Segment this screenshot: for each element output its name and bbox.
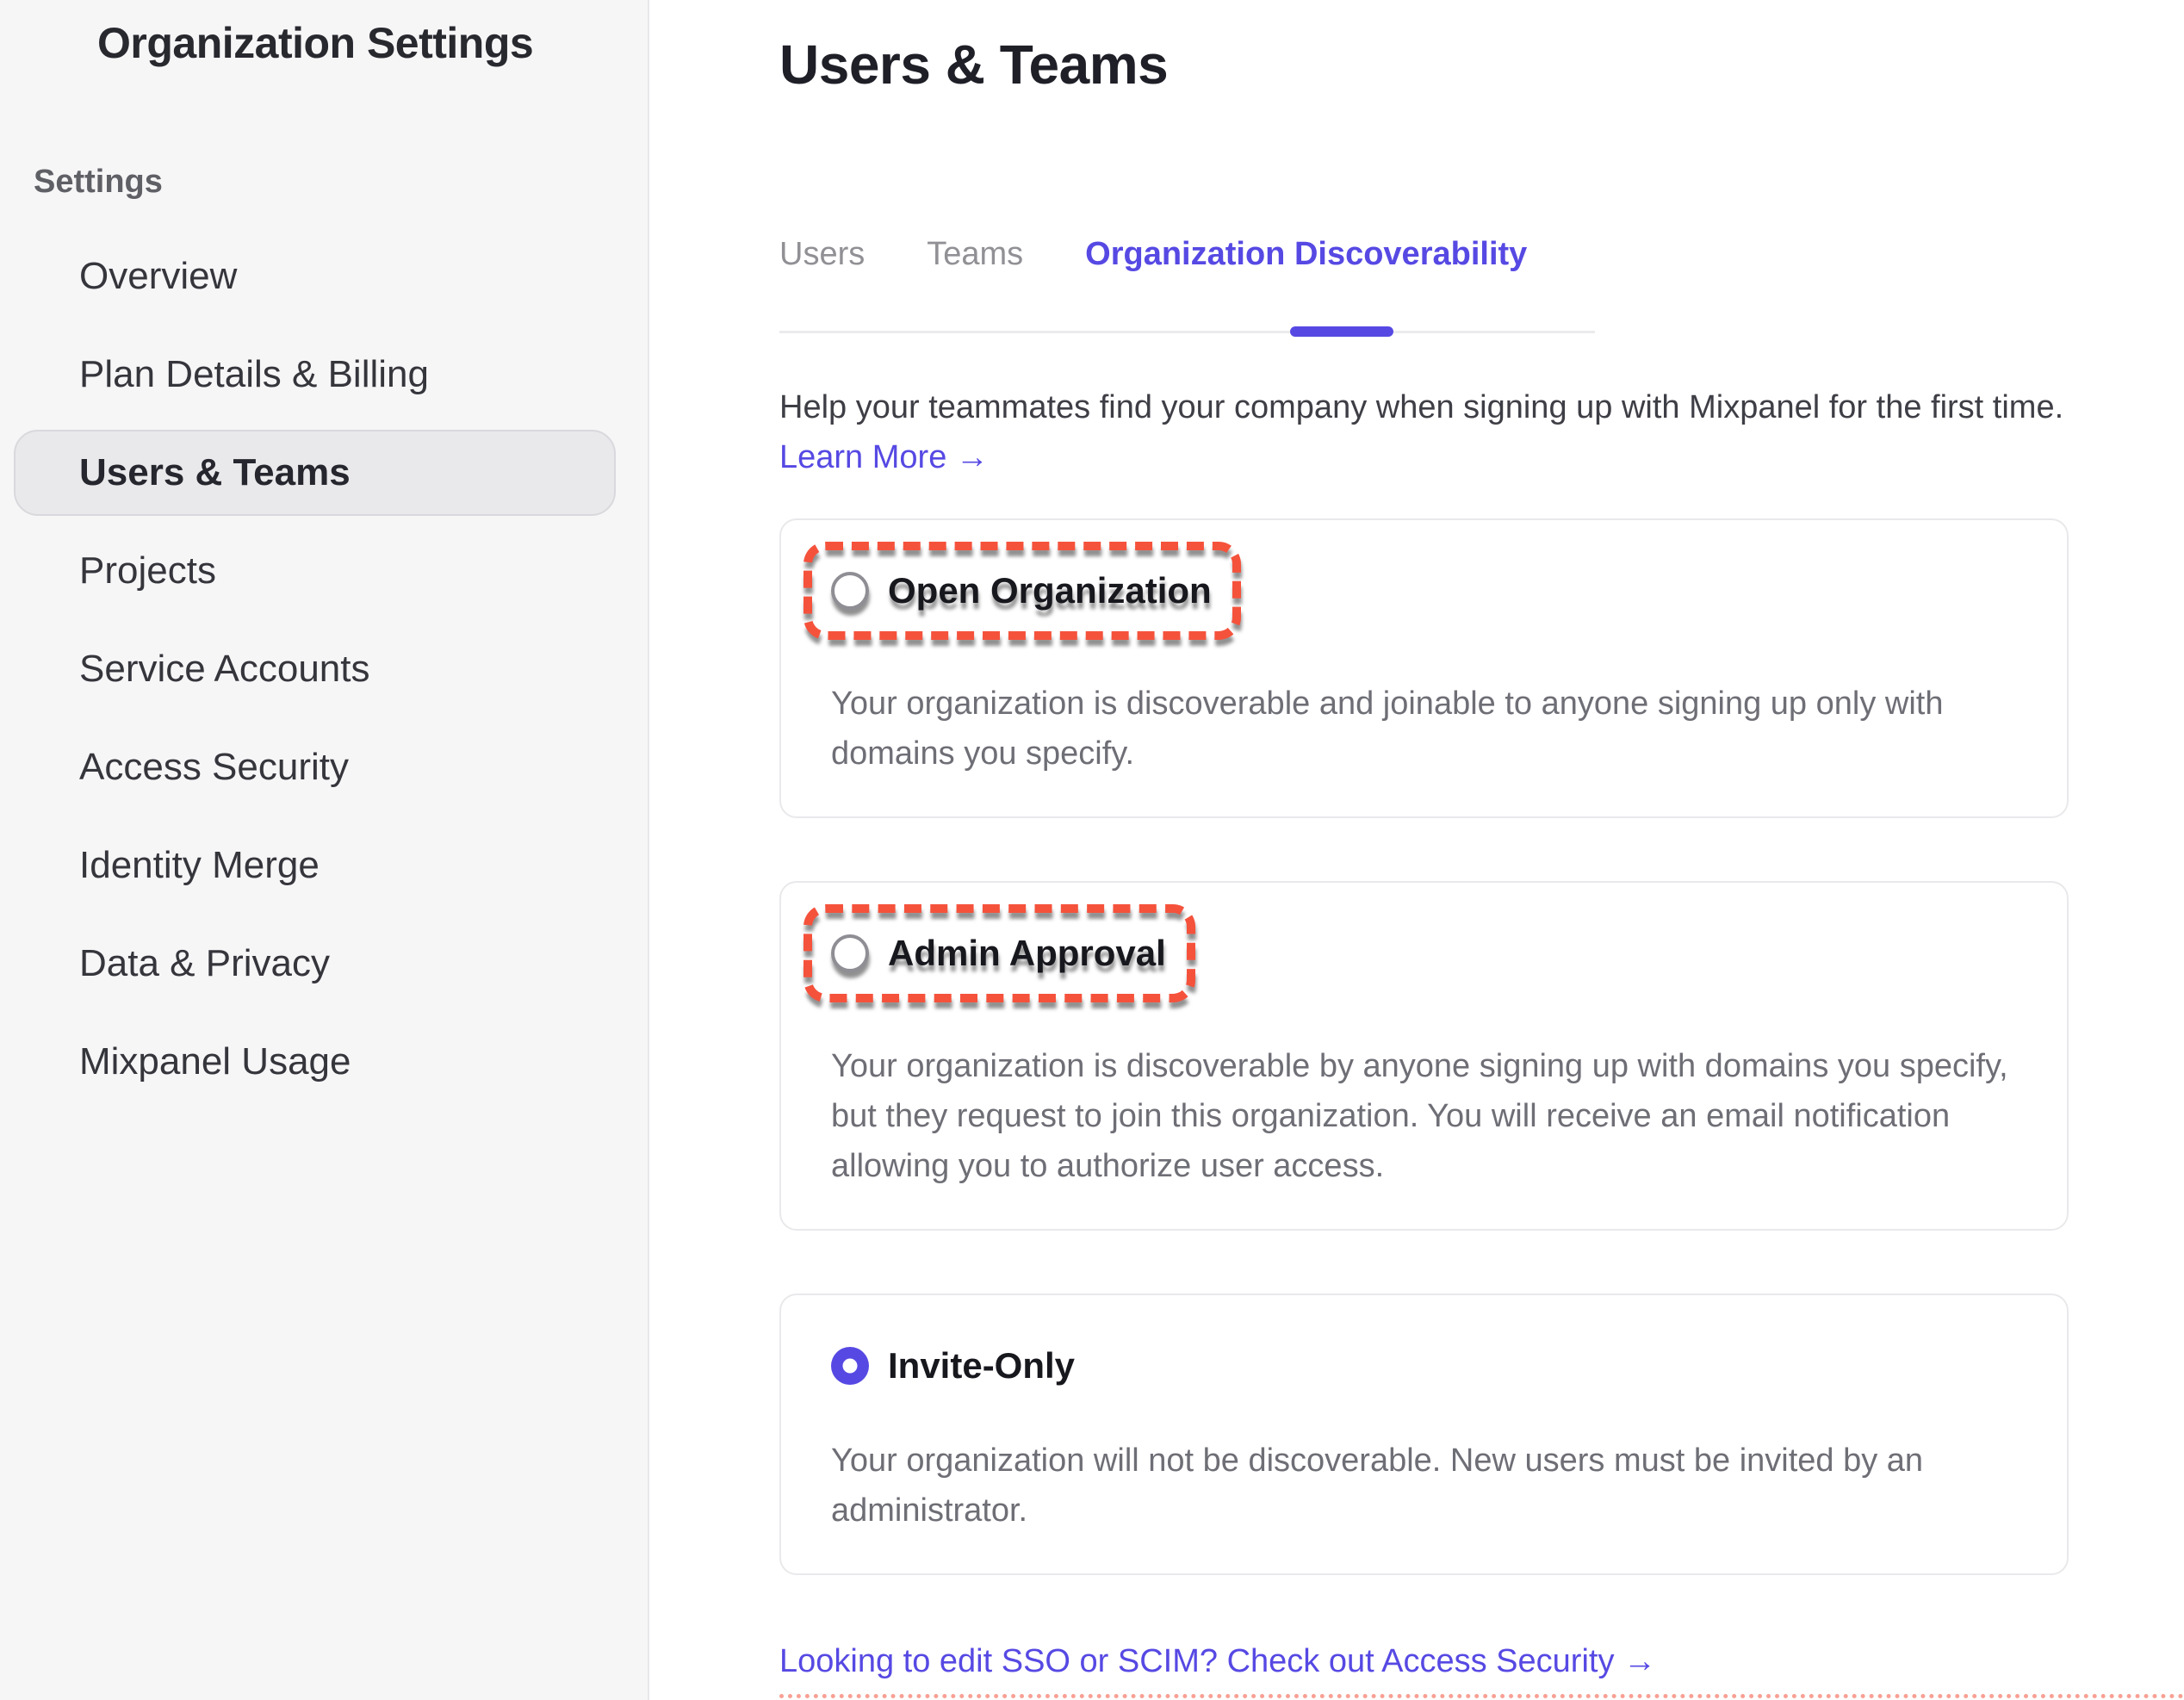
settings-section-label: Settings [34,161,648,202]
sidebar-item-users-teams[interactable]: Users & Teams [0,424,648,522]
sidebar-item-label: Access Security [79,746,349,789]
tab-users[interactable]: Users [779,234,865,274]
sidebar-item-label: Service Accounts [79,648,370,691]
sidebar-item-label: Data & Privacy [79,942,330,985]
option-card-invite-only: Invite-Only Your organization will not be… [779,1294,2069,1575]
sidebar-item-label: Projects [79,549,216,593]
option-card-admin-approval: Admin Approval Your organization is disco… [779,881,2069,1231]
sidebar-item-service-accounts[interactable]: Service Accounts [0,620,648,718]
tab-organization-discoverability[interactable]: Organization Discoverability [1085,234,1527,274]
sidebar-item-label: Users & Teams [79,451,351,494]
sidebar-title: Organization Settings [97,17,648,69]
radio-open-organization[interactable] [831,572,869,610]
sidebar-item-label: Mixpanel Usage [79,1040,351,1083]
sidebar-item-label: Plan Details & Billing [79,353,429,396]
intro-text: Help your teammates find your company wh… [779,382,2069,432]
sidebar-item-projects[interactable]: Projects [0,522,648,620]
radio-admin-approval[interactable] [831,934,869,972]
option-label: Invite-Only [888,1344,1075,1387]
sidebar: Organization Settings Settings Overview P… [0,0,649,1700]
page-title: Users & Teams [779,36,2069,93]
tab-teams[interactable]: Teams [927,234,1023,274]
option-description: Your organization will not be discoverab… [831,1436,2017,1536]
access-security-link[interactable]: Looking to edit SSO or SCIM? Check out A… [779,1641,1656,1682]
annotation-dashed-line [779,1694,2184,1698]
sidebar-item-mixpanel-usage[interactable]: Mixpanel Usage [0,1013,648,1111]
main-content: Users & Teams Users Teams Organization Dis… [651,0,2184,1700]
sidebar-item-data-privacy[interactable]: Data & Privacy [0,915,648,1013]
radio-invite-only[interactable] [831,1347,869,1385]
discoverability-options: Open Organization Your organization is di… [779,518,2069,1575]
sidebar-item-access-security[interactable]: Access Security [0,718,648,816]
option-label: Open Organization [888,569,1212,612]
active-tab-indicator [1290,326,1393,337]
sidebar-item-label: Overview [79,255,237,298]
sidebar-item-plan-details-billing[interactable]: Plan Details & Billing [0,326,648,424]
option-row: Invite-Only [831,1344,1075,1387]
option-card-open-organization: Open Organization Your organization is di… [779,518,2069,818]
sidebar-item-overview[interactable]: Overview [0,227,648,326]
sidebar-item-label: Identity Merge [79,844,320,887]
annotation-highlight-box: Open Organization [803,542,1241,640]
tab-rule [779,331,1595,333]
tab-bar: Users Teams Organization Discoverability [779,234,2069,274]
annotation-highlight-box: Admin Approval [803,904,1195,1002]
sidebar-item-identity-merge[interactable]: Identity Merge [0,816,648,915]
learn-more-link[interactable]: Learn More → [779,432,989,482]
option-label: Admin Approval [888,932,1166,975]
option-description: Your organization is discoverable and jo… [831,679,2017,779]
option-description: Your organization is discoverable by any… [831,1041,2017,1191]
sidebar-nav: Overview Plan Details & Billing Users & Te… [0,227,648,1111]
